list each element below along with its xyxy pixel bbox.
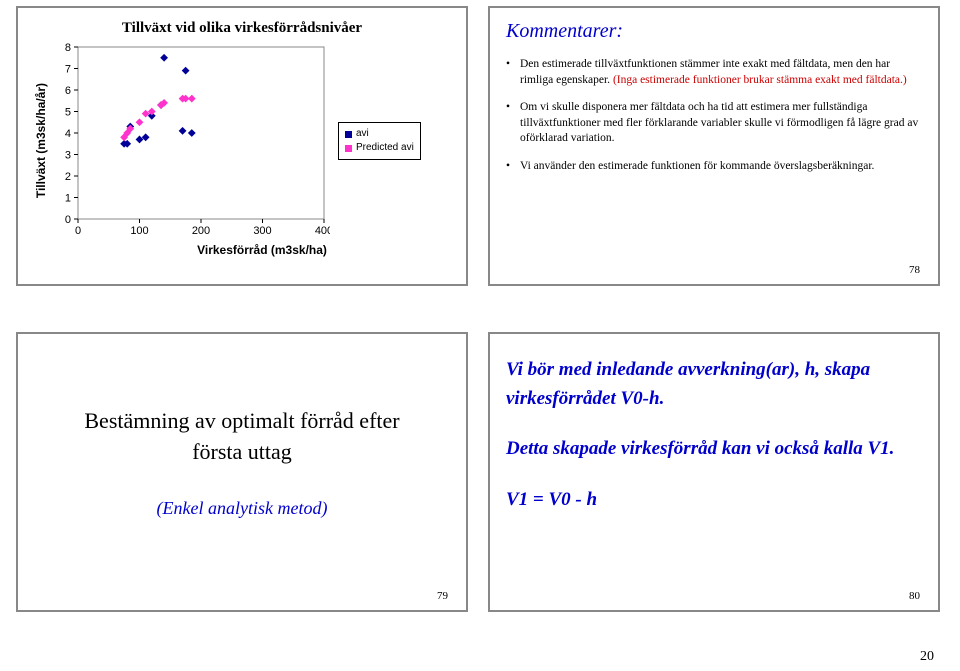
comments-bullet: Den estimerade tillväxtfunktionen stämme… xyxy=(506,57,922,88)
svg-text:0: 0 xyxy=(65,214,71,226)
svg-text:2: 2 xyxy=(65,171,71,183)
formula-p1: Vi bör med inledande avverkning(ar), h, … xyxy=(506,356,922,413)
svg-text:3: 3 xyxy=(65,150,71,162)
svg-text:5: 5 xyxy=(65,107,71,119)
slide-chart: Tillväxt vid olika virkesförrådsnivåer T… xyxy=(16,6,468,286)
formula-p3: V1 = V0 - h xyxy=(506,486,922,515)
heading-block: Bestämning av optimalt förråd efter förs… xyxy=(34,406,450,521)
legend-marker-blue xyxy=(345,131,352,138)
svg-text:0: 0 xyxy=(75,225,81,237)
comments-bullet: Om vi skulle disponera mer fältdata och … xyxy=(506,100,922,147)
chart-ylabel: Tillväxt (m3sk/ha/år) xyxy=(34,83,48,198)
bullet-text: Vi använder den estimerade funktionen fö… xyxy=(520,160,874,172)
svg-text:8: 8 xyxy=(65,42,71,54)
chart-legend: avi Predicted avi xyxy=(338,122,421,160)
legend-label-predicted: Predicted avi xyxy=(356,141,414,155)
chart-plot: 0 100 200 300 400 0 1 2 3 4 5 6 7 8 xyxy=(50,41,330,241)
comments-title: Kommentarer: xyxy=(506,20,922,43)
page-number-78: 78 xyxy=(909,264,920,276)
chart-title: Tillväxt vid olika virkesförrådsnivåer xyxy=(34,20,450,37)
bullet-text: Om vi skulle disponera mer fältdata och … xyxy=(520,101,918,144)
slide-formula: Vi bör med inledande avverkning(ar), h, … xyxy=(488,332,940,612)
slide-heading: Bestämning av optimalt förråd efter förs… xyxy=(16,332,468,612)
heading-line1: Bestämning av optimalt förråd efter xyxy=(34,406,450,437)
page-number-79: 79 xyxy=(437,590,448,602)
page-number-80: 80 xyxy=(909,590,920,602)
heading-line2: första uttag xyxy=(34,437,450,468)
heading-subtitle: (Enkel analytisk metod) xyxy=(34,496,450,521)
svg-text:1: 1 xyxy=(65,193,71,205)
comments-list: Den estimerade tillväxtfunktionen stämme… xyxy=(506,57,922,174)
formula-block: Vi bör med inledande avverkning(ar), h, … xyxy=(506,346,922,514)
legend-item-avi: avi xyxy=(345,127,414,141)
svg-text:300: 300 xyxy=(253,225,271,237)
outer-page-number: 20 xyxy=(920,649,934,665)
svg-text:200: 200 xyxy=(192,225,210,237)
bullet-red-note: (Inga estimerade funktioner brukar stämm… xyxy=(613,74,907,86)
slide-comments: Kommentarer: Den estimerade tillväxtfunk… xyxy=(488,6,940,286)
svg-text:7: 7 xyxy=(65,64,71,76)
svg-text:100: 100 xyxy=(130,225,148,237)
svg-text:400: 400 xyxy=(315,225,330,237)
chart-xlabel: Virkesförråd (m3sk/ha) xyxy=(74,243,450,257)
comments-bullet: Vi använder den estimerade funktionen fö… xyxy=(506,159,922,175)
svg-text:6: 6 xyxy=(65,85,71,97)
chart-wrap: Tillväxt (m3sk/ha/år) 0 100 200 300 400 0 1 2 3 4… xyxy=(34,41,450,241)
formula-p2: Detta skapade virkesförråd kan vi också … xyxy=(506,435,922,464)
legend-marker-pink xyxy=(345,145,352,152)
legend-label-avi: avi xyxy=(356,127,369,141)
legend-item-predicted: Predicted avi xyxy=(345,141,414,155)
svg-text:4: 4 xyxy=(65,128,71,140)
